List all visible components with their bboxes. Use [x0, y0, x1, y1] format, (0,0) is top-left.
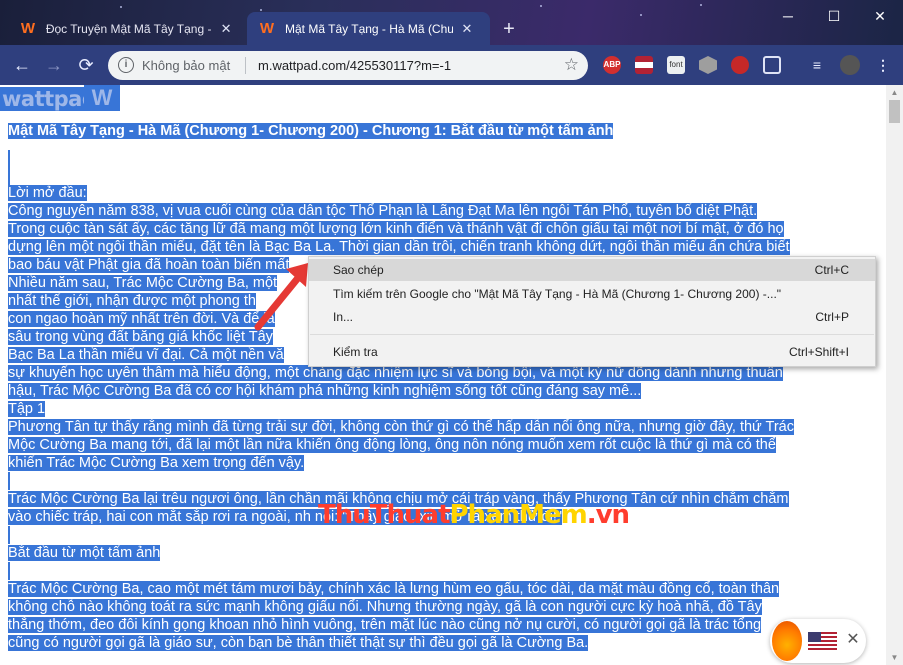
page-content: wattpad W Mật Mã Tây Tạng - Hà Mã (Chươn… [0, 85, 886, 665]
text-line: Trác Mộc Cường Ba, cao một mét tám mươi … [8, 581, 780, 597]
menu-item-label: Tìm kiếm trên Google cho "Mật Mã Tây Tạn… [333, 287, 782, 301]
menu-item-shortcut: Ctrl+Shift+I [788, 345, 849, 359]
menu-item-shortcut: Ctrl+C [814, 263, 849, 277]
chapter-title: Mật Mã Tây Tạng - Hà Mã (Chương 1- Chươn… [8, 123, 614, 140]
text-line: dựng lên một ngôi thần miếu, đặt tên là … [8, 239, 790, 255]
text-line: Trong cuộc tàn sát ấy, các tăng lữ đã ma… [8, 221, 784, 237]
context-menu-inspect[interactable]: Kiểm tra Ctrl+Shift+I [309, 341, 875, 363]
selection-bar [8, 472, 10, 490]
scroll-up-arrow-icon[interactable]: ▲ [886, 85, 903, 100]
menu-kebab-icon[interactable]: ⋮ [874, 56, 892, 74]
selection-bar [8, 150, 10, 168]
text-line: cũng có người gọi gã là giáo sư, còn bạn… [8, 635, 589, 651]
context-menu-print[interactable]: In... Ctrl+P [309, 306, 875, 328]
red-extension-icon[interactable] [731, 56, 749, 74]
bookmark-star-icon[interactable]: ☆ [564, 55, 579, 75]
text-line: không chỗ nào không toát ra sức mạnh khô… [8, 599, 762, 615]
context-menu-google-search[interactable]: Tìm kiếm trên Google cho "Mật Mã Tây Tạn… [309, 283, 875, 305]
text-line: Mộc Cường Ba mang tới, đã lại một lần nữ… [8, 437, 776, 453]
tab-title: Đọc Truyện Mật Mã Tây Tạng - Hà [45, 21, 213, 36]
picture-in-picture-icon[interactable] [763, 56, 781, 74]
security-label: Không bảo mật [142, 58, 231, 73]
tab-close-icon[interactable]: ✕ [459, 21, 475, 37]
menu-item-shortcut: Ctrl+P [815, 310, 849, 324]
context-menu-copy[interactable]: Sao chép Ctrl+C [309, 259, 875, 281]
menu-item-label: In... [333, 310, 354, 324]
adblock-plus-icon[interactable]: ABP [603, 56, 621, 74]
scroll-down-arrow-icon[interactable]: ▼ [886, 650, 903, 665]
background-star [540, 5, 542, 7]
font-extension-icon[interactable]: font [667, 56, 685, 74]
tab-strip: W Đọc Truyện Mật Mã Tây Tạng - Hà ✕ W Mậ… [0, 0, 903, 45]
back-arrow-icon[interactable]: ← [10, 53, 34, 77]
widget-close-icon[interactable]: ✕ [844, 631, 862, 649]
background-star [120, 6, 122, 8]
text-line: hậu, Trác Mộc Cường Ba đã có cơ hội khám… [8, 383, 642, 399]
address-bar[interactable]: i Không bảo mật m.wattpad.com/425530117?… [108, 51, 588, 80]
tab-close-icon[interactable]: ✕ [218, 21, 234, 37]
background-star [640, 14, 642, 16]
tab-mat-ma-tay-tang[interactable]: W Mật Mã Tây Tạng - Hà Mã (Chươ ✕ [247, 12, 490, 45]
selection-bar [8, 562, 10, 580]
paragraph-tap-1: Phương Tân tự thấy rằng mình đã từng trả… [8, 418, 878, 472]
scrollbar-thumb[interactable] [889, 100, 900, 123]
url-text[interactable]: m.wattpad.com/425530117?m=-1 [258, 58, 451, 73]
wattpad-favicon-icon: W [20, 19, 35, 37]
floating-vpn-widget[interactable]: ✕ [770, 619, 866, 663]
forward-arrow-icon[interactable]: → [42, 53, 66, 77]
background-star [260, 9, 262, 11]
menu-separator [310, 334, 874, 335]
hotspot-flame-icon[interactable] [772, 621, 802, 661]
profile-avatar[interactable] [840, 55, 860, 75]
text-line: Lời mở đầu: [8, 185, 87, 201]
us-flag-icon[interactable] [808, 632, 837, 650]
text-line: thẳng thớm, đeo đôi kính gọng khoan nhỏ … [8, 617, 762, 633]
vertical-scrollbar[interactable] [886, 85, 903, 665]
context-menu: Sao chép Ctrl+C Tìm kiếm trên Google cho… [308, 256, 876, 367]
omnibox-divider [245, 57, 246, 74]
wattpad-favicon-icon: W [259, 19, 275, 37]
menu-item-label: Kiểm tra [333, 345, 378, 359]
minimize-button[interactable]: ─ [765, 0, 811, 32]
reload-icon[interactable]: ⟳ [74, 53, 98, 77]
tab-title: Mật Mã Tây Tạng - Hà Mã (Chươ [285, 21, 453, 36]
tab-doc-truyen[interactable]: W Đọc Truyện Mật Mã Tây Tạng - Hà ✕ [8, 12, 244, 45]
info-icon[interactable]: i [118, 57, 134, 73]
paragraph-cuong-ba: Trác Mộc Cường Ba, cao một mét tám mươi … [8, 580, 878, 652]
selection-bar [8, 526, 10, 544]
media-queue-icon[interactable]: ≡ [808, 56, 826, 74]
menu-item-label: Sao chép [333, 263, 384, 277]
section-heading: Bắt đầu từ một tấm ảnh [8, 544, 878, 562]
us-flag-extension-icon[interactable] [635, 56, 653, 74]
chapter-title-text: Mật Mã Tây Tạng - Hà Mã (Chương 1- Chươn… [8, 123, 614, 139]
text-line: Bắt đầu từ một tấm ảnh [8, 545, 161, 561]
text-line: Tập 1 [8, 401, 46, 417]
text-line: khiến Trác Mộc Cường Ba xem trọng đến vậ… [8, 455, 305, 471]
window-close-button[interactable]: ✕ [857, 0, 903, 32]
text-line: Phương Tân tự thấy rằng mình đã từng trả… [8, 419, 794, 435]
text-line: Công nguyên năm 838, vị vua cuối cùng củ… [8, 203, 758, 219]
background-star [700, 4, 702, 6]
watermark-thuthuatphanmem: ThuThuatPhanMem.vn [318, 500, 630, 530]
new-tab-button[interactable]: + [497, 18, 521, 42]
wattpad-logo-mark: W [84, 85, 120, 111]
maximize-button[interactable]: ☐ [811, 0, 857, 32]
